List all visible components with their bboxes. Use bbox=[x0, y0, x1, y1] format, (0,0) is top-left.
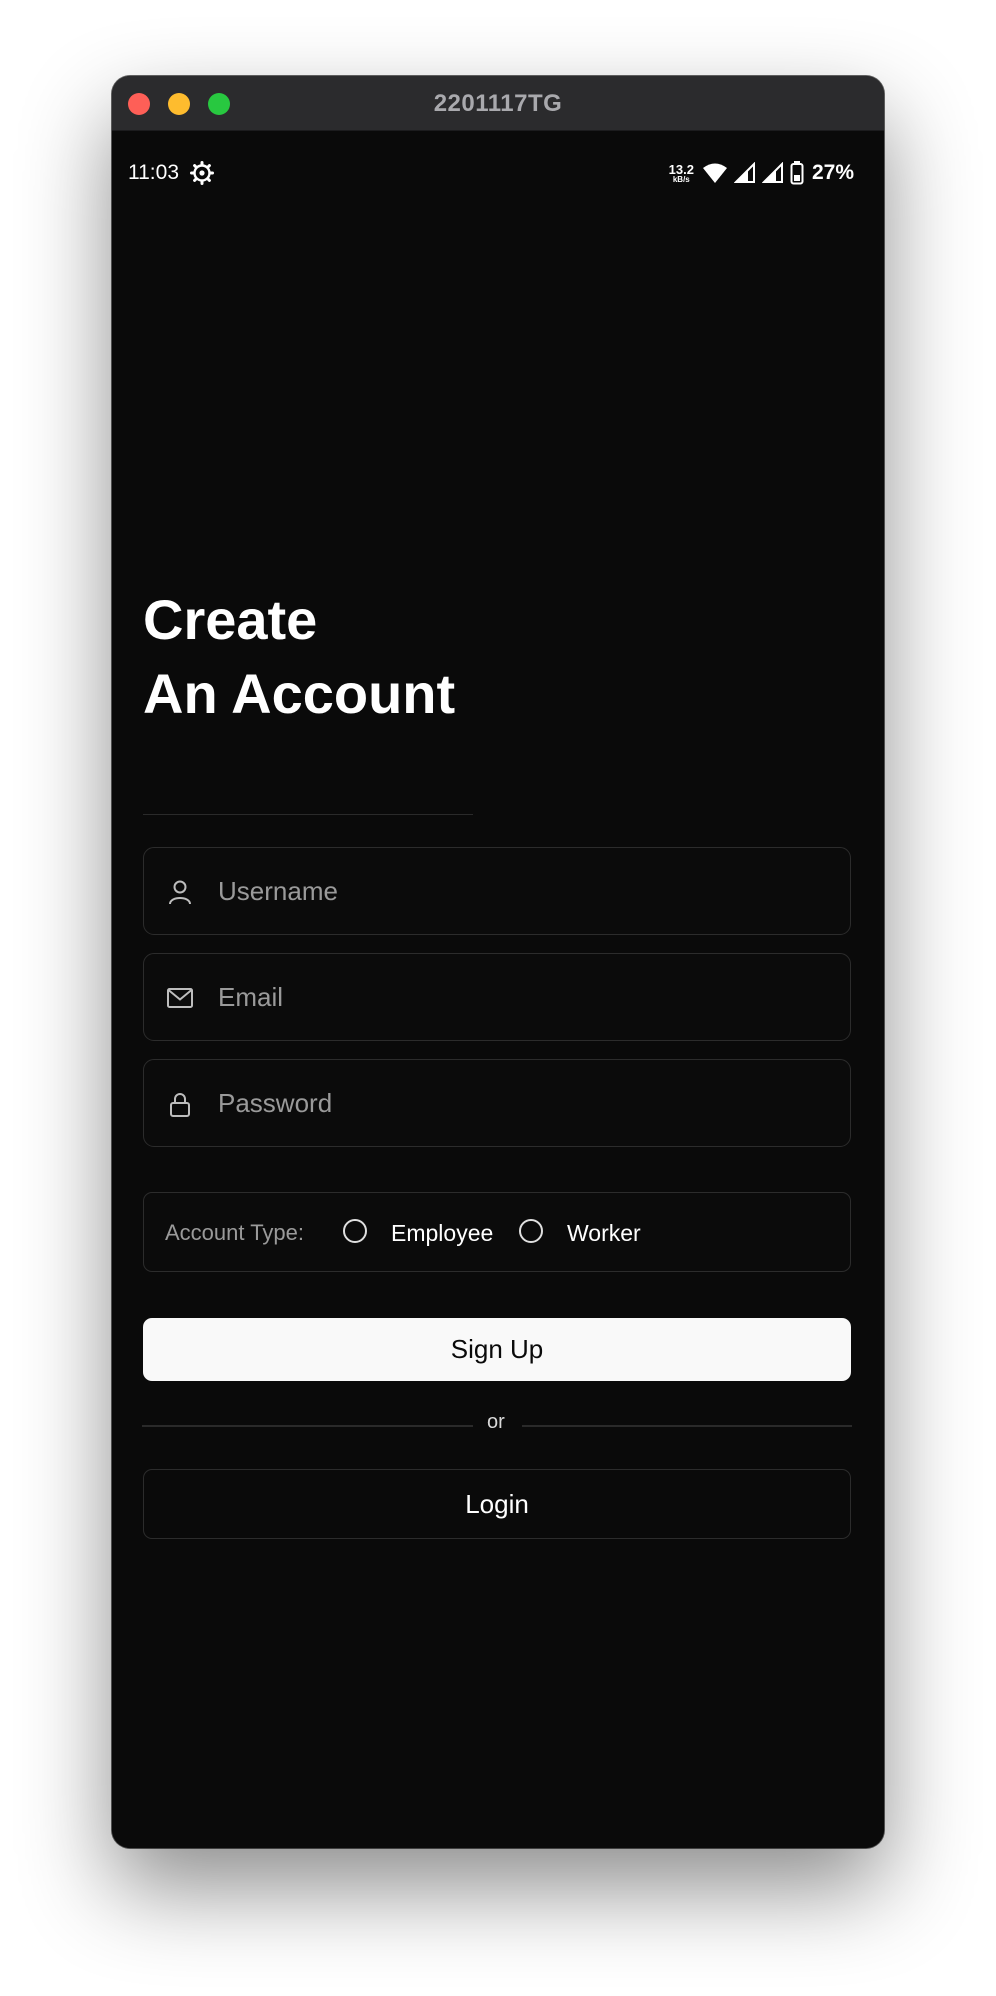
app-window: 2201117TG 11:03 13.2 kB/s 27% Create An … bbox=[112, 76, 884, 1848]
status-time: 11:03 bbox=[128, 161, 179, 184]
password-input[interactable] bbox=[218, 1060, 834, 1146]
account-type-group: Account Type: Employee Worker bbox=[143, 1192, 851, 1272]
user-icon bbox=[169, 880, 191, 905]
wifi-icon bbox=[702, 163, 727, 183]
mail-icon bbox=[167, 988, 193, 1008]
network-speed: 13.2 kB/s bbox=[669, 163, 694, 184]
username-field[interactable] bbox=[143, 847, 851, 935]
window-title: 2201117TG bbox=[433, 90, 563, 117]
settings-gear-icon bbox=[190, 161, 214, 185]
or-divider-text: or bbox=[487, 1411, 505, 1433]
password-field[interactable] bbox=[143, 1059, 851, 1147]
phone-screen: 11:03 13.2 kB/s 27% Create An Account Us… bbox=[112, 131, 884, 1848]
page-title-line2: An Account bbox=[143, 662, 456, 725]
account-type-label: Account Type: bbox=[165, 1220, 305, 1245]
email-field[interactable] bbox=[143, 953, 851, 1041]
page-title-line1: Create bbox=[143, 588, 318, 651]
status-icons: 13.2 kB/s 27% bbox=[669, 159, 854, 187]
network-speed-unit: kB/s bbox=[672, 174, 690, 184]
radio-worker-label[interactable]: Worker bbox=[567, 1220, 641, 1247]
radio-worker[interactable] bbox=[519, 1219, 543, 1243]
status-bar: 11:03 13.2 kB/s 27% bbox=[112, 131, 884, 201]
network-speed-value: 13.2 bbox=[668, 161, 694, 177]
window-titlebar: 2201117TG bbox=[112, 76, 884, 131]
radio-employee[interactable] bbox=[343, 1219, 367, 1243]
radio-employee-label[interactable]: Employee bbox=[391, 1220, 493, 1247]
login-button[interactable]: Login bbox=[143, 1469, 851, 1539]
page-title: Create An Account bbox=[143, 583, 455, 731]
title-divider bbox=[143, 814, 473, 815]
battery-percent: 27% bbox=[811, 161, 854, 184]
email-input[interactable] bbox=[218, 954, 834, 1040]
signal-icon bbox=[733, 162, 755, 183]
signal-icon-2 bbox=[761, 162, 783, 183]
or-divider-left bbox=[142, 1425, 473, 1427]
battery-icon bbox=[790, 161, 804, 185]
sign-up-button[interactable]: Sign Up bbox=[143, 1318, 851, 1381]
username-input[interactable] bbox=[218, 848, 834, 934]
or-divider-right bbox=[522, 1425, 852, 1427]
lock-icon bbox=[170, 1093, 190, 1117]
